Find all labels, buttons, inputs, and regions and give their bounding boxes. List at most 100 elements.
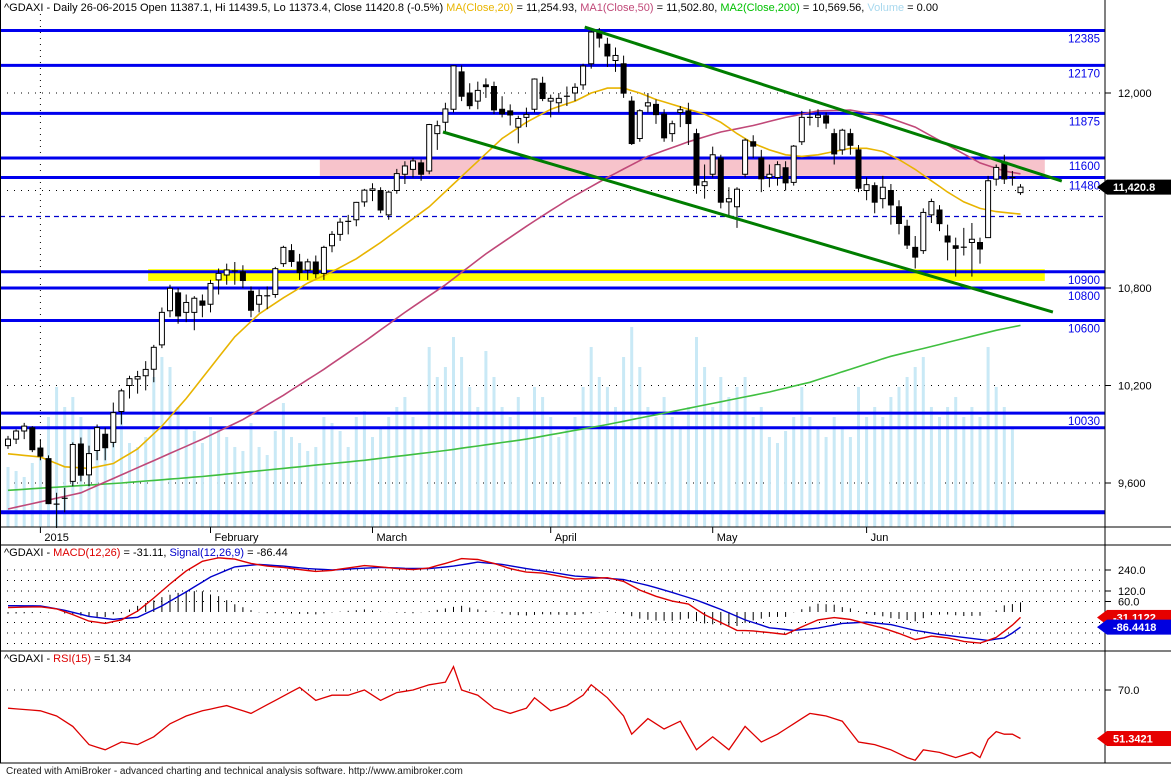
candle-body	[750, 141, 757, 147]
level-label-12385: 12385	[1068, 33, 1100, 45]
candle-body	[239, 271, 246, 282]
candle-body	[272, 268, 279, 296]
candle-body	[815, 114, 821, 118]
candle-body	[191, 297, 198, 313]
candle-body	[320, 246, 327, 274]
candle-body	[531, 78, 538, 110]
candle-body	[418, 162, 425, 175]
candle-body	[920, 211, 927, 252]
level-label-11875: 11875	[1069, 116, 1100, 128]
rsi-value-tag-text: 51.3421	[1113, 734, 1153, 746]
candle-body	[758, 157, 765, 180]
candle-body	[94, 427, 101, 451]
candle-body	[207, 282, 214, 305]
candle-body	[644, 102, 651, 107]
macd-pane-title: ^GDAXI - MACD(12,26) = -31.11, Signal(12…	[4, 547, 288, 559]
candle-body	[5, 438, 11, 447]
axis-label-12,000: 12,000	[1118, 88, 1152, 100]
last-price-tag: 11,420.8	[1097, 179, 1171, 195]
month-label-May: May	[717, 532, 738, 544]
axis-label-60.0: 60.0	[1118, 597, 1139, 609]
month-label-2015: 2015	[44, 532, 68, 544]
candle-body	[855, 149, 862, 189]
candle-body	[555, 97, 562, 104]
candle-body	[896, 206, 902, 224]
candle-body	[37, 447, 44, 457]
candle-body	[491, 86, 497, 111]
candle-body	[369, 188, 376, 191]
candle-body	[742, 139, 749, 175]
candle-body	[547, 97, 554, 102]
candle-body	[936, 209, 943, 225]
candle-body	[499, 108, 506, 115]
candle-body	[839, 129, 846, 151]
level-label-10800: 10800	[1068, 291, 1100, 303]
month-label-March: March	[377, 532, 408, 544]
title-segment: MA2(Close,200)	[720, 2, 800, 14]
level-label-11480: 11480	[1069, 181, 1100, 193]
rsi-value-tag: 51.3421	[1097, 731, 1171, 747]
title-segment: MA1(Close,50)	[580, 2, 654, 14]
axis-label-10,800: 10,800	[1118, 283, 1152, 295]
level-label-10600: 10600	[1068, 324, 1100, 336]
candle-body	[126, 378, 133, 386]
title-segment: = 51.34	[91, 653, 132, 665]
candle-body	[150, 346, 157, 370]
candle-body	[442, 108, 449, 123]
candle-body	[863, 184, 870, 191]
candle-body	[13, 430, 20, 440]
candle-body	[968, 238, 975, 243]
candle-body	[523, 113, 530, 118]
candle-body	[223, 269, 230, 276]
candle-body	[288, 250, 295, 263]
month-label-Jun: Jun	[871, 532, 889, 544]
candle-body	[669, 123, 676, 135]
price-pane-title: ^GDAXI - Daily 26-06-2015 Open 11387.1, …	[4, 2, 938, 14]
candle-body	[693, 133, 700, 186]
title-segment: = 11,502.80,	[653, 2, 721, 14]
axis-label-70.0: 70.0	[1118, 685, 1139, 697]
candle-body	[782, 167, 789, 184]
title-segment: = 0.00	[904, 2, 939, 14]
candle-body	[337, 221, 344, 235]
candle-body	[685, 110, 692, 125]
candle-body	[183, 301, 190, 313]
candle-body	[434, 125, 441, 135]
candle-body	[248, 290, 254, 311]
candle-body	[329, 233, 335, 247]
candle-body	[77, 443, 84, 476]
candle-body	[539, 82, 546, 100]
candle-body	[993, 166, 1000, 180]
title-segment: = 10,569.56,	[799, 2, 868, 14]
candle-body	[102, 433, 109, 449]
candle-body	[1017, 186, 1024, 194]
candle-body	[831, 133, 838, 155]
candle-body	[69, 443, 76, 482]
candle-body	[385, 191, 392, 216]
candle-body	[798, 116, 805, 143]
candle-body	[21, 425, 28, 432]
candle-body	[312, 261, 319, 275]
candle-body	[790, 145, 797, 183]
candle-body	[304, 261, 311, 271]
candle-body	[928, 201, 935, 216]
level-label-10900: 10900	[1068, 275, 1100, 287]
candle-body	[86, 453, 92, 476]
candle-body	[215, 272, 222, 281]
title-segment: MACD(12,26)	[53, 547, 121, 559]
candle-body	[709, 154, 716, 175]
candle-body	[823, 115, 830, 124]
candle-body	[677, 109, 684, 114]
title-segment: = -31.11,	[120, 547, 170, 559]
chart-canvas[interactable]: 12385 12170 11875 11600 11480 10900 10800 10600…	[0, 0, 1171, 781]
month-axis[interactable]: 2015 February March April May Jun	[0, 526, 1171, 546]
axis-label-9,600: 9,600	[1118, 478, 1146, 490]
candle-body	[604, 43, 611, 57]
candle-body	[450, 65, 457, 110]
candle-body	[977, 242, 983, 250]
candle-body	[717, 157, 724, 203]
title-segment: = -86.44	[244, 547, 288, 559]
candle-body	[912, 246, 919, 258]
title-segment: Volume	[867, 2, 905, 14]
footer-credit: Created with AmiBroker - advanced charti…	[6, 766, 463, 777]
